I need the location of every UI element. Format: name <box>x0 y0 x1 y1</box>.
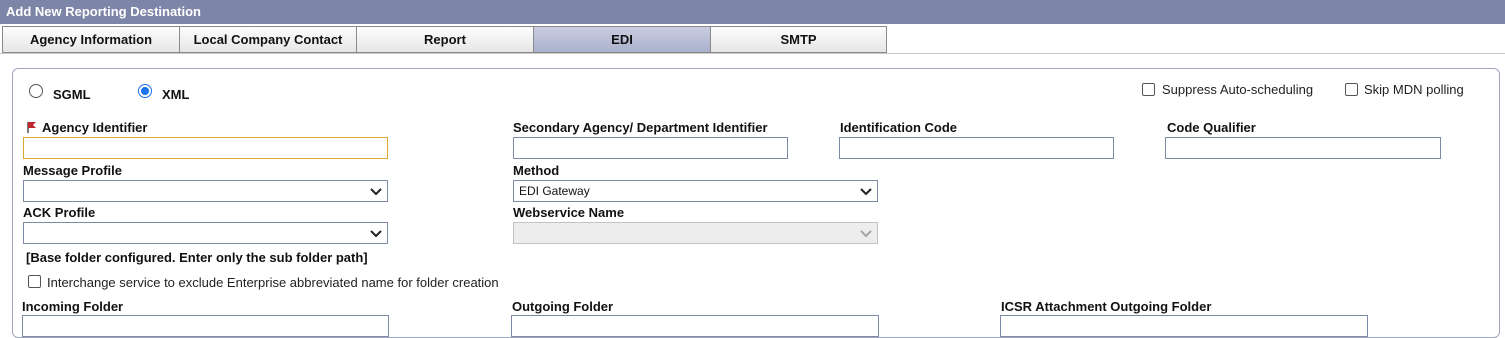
agency-identifier-label: Agency Identifier <box>42 120 148 135</box>
skip-mdn-polling-checkbox[interactable] <box>1345 83 1358 96</box>
icsr-folder-input[interactable] <box>1000 315 1368 337</box>
outgoing-folder-label: Outgoing Folder <box>512 299 614 314</box>
edi-panel: SGML XML Suppress Auto-scheduling Skip M… <box>12 68 1500 338</box>
xml-label: XML <box>162 87 190 102</box>
message-profile-select[interactable] <box>23 180 388 202</box>
chevron-down-icon <box>370 230 382 238</box>
code-qualifier-input[interactable] <box>1165 137 1441 159</box>
method-value: EDI Gateway <box>519 184 590 198</box>
sgml-radio[interactable] <box>29 84 43 98</box>
ack-profile-label: ACK Profile <box>23 205 96 220</box>
sgml-label: SGML <box>53 87 91 102</box>
identification-code-label: Identification Code <box>840 120 957 135</box>
tab-edi[interactable]: EDI <box>533 26 710 53</box>
tab-smtp[interactable]: SMTP <box>710 26 887 53</box>
suppress-auto-scheduling-checkbox[interactable] <box>1142 83 1155 96</box>
method-select[interactable]: EDI Gateway <box>513 180 878 202</box>
outgoing-folder-input[interactable] <box>511 315 879 337</box>
interchange-exclude-checkbox[interactable] <box>28 275 41 288</box>
code-qualifier-label: Code Qualifier <box>1167 120 1256 135</box>
agency-identifier-input[interactable] <box>23 137 388 159</box>
required-flag-icon <box>24 120 38 134</box>
tab-agency-information[interactable]: Agency Information <box>2 26 179 53</box>
secondary-agency-label: Secondary Agency/ Department Identifier <box>513 120 768 135</box>
chevron-down-icon <box>860 188 872 196</box>
message-profile-label: Message Profile <box>23 163 122 178</box>
identification-code-input[interactable] <box>839 137 1114 159</box>
secondary-agency-input[interactable] <box>513 137 788 159</box>
webservice-name-label: Webservice Name <box>513 205 625 220</box>
suppress-auto-scheduling-label: Suppress Auto-scheduling <box>1162 82 1314 97</box>
ack-profile-select[interactable] <box>23 222 388 244</box>
tab-report[interactable]: Report <box>356 26 533 53</box>
incoming-folder-input[interactable] <box>22 315 389 337</box>
tab-bar: Agency Information Local Company Contact… <box>2 26 887 53</box>
incoming-folder-label: Incoming Folder <box>22 299 124 314</box>
method-label: Method <box>513 163 560 178</box>
base-folder-note: [Base folder configured. Enter only the … <box>26 250 368 265</box>
chevron-down-icon <box>860 230 872 238</box>
xml-radio[interactable] <box>138 84 152 98</box>
tab-local-company-contact[interactable]: Local Company Contact <box>179 26 356 53</box>
icsr-folder-label: ICSR Attachment Outgoing Folder <box>1001 299 1212 314</box>
interchange-exclude-label: Interchange service to exclude Enterpris… <box>47 275 499 290</box>
tab-divider <box>0 53 1505 54</box>
webservice-name-select[interactable] <box>513 222 878 244</box>
window-title: Add New Reporting Destination <box>0 0 1505 24</box>
skip-mdn-polling-label: Skip MDN polling <box>1364 82 1464 97</box>
chevron-down-icon <box>370 188 382 196</box>
